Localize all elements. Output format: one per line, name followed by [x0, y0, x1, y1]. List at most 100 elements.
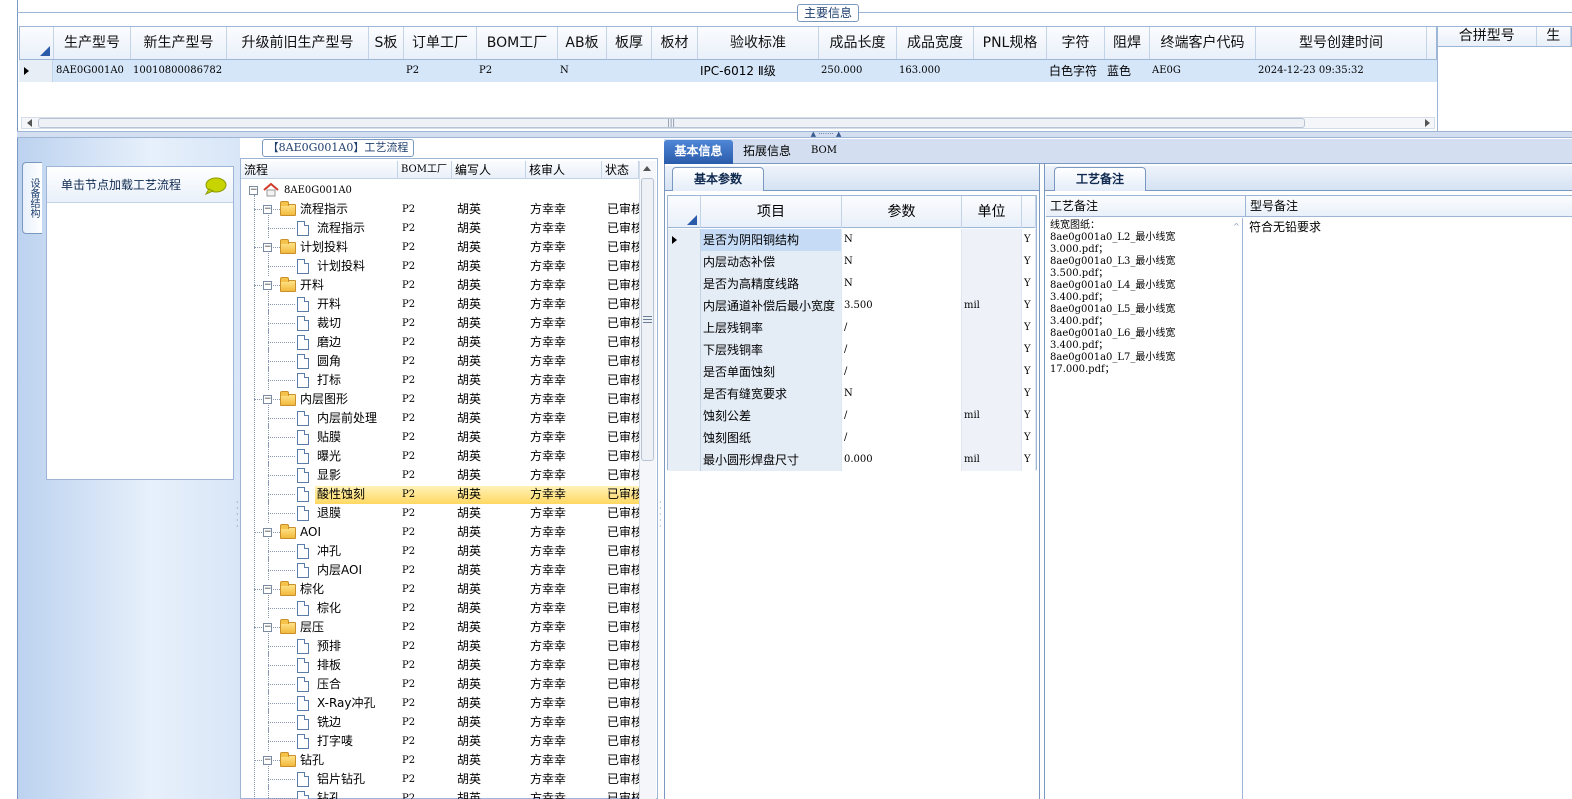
collapse-icon[interactable]: −	[263, 756, 272, 765]
tree-step-row[interactable]: 内层AOI P2 胡英 方幸幸 已审核	[241, 557, 639, 580]
tree-step-row[interactable]: 冲孔 P2 胡英 方幸幸 已审核	[241, 538, 639, 561]
horizontal-splitter[interactable]	[17, 131, 1572, 138]
row-indicator-icon[interactable]	[668, 295, 701, 317]
tree-step-row[interactable]: 压合 P2 胡英 方幸幸 已审核	[241, 671, 639, 694]
grid-cell[interactable]: 8AE0G001A0	[53, 60, 130, 82]
grid-cell[interactable]	[973, 60, 1046, 82]
tree-folder-row[interactable]: − 内层图形 P2 胡英 方幸幸 已审核	[241, 390, 639, 409]
collapse-icon[interactable]: −	[263, 281, 272, 290]
row-indicator-icon[interactable]	[668, 251, 701, 273]
row-indicator-icon[interactable]	[19, 60, 53, 82]
col-header[interactable]: AB板	[558, 27, 607, 59]
merge-col-header[interactable]: 生	[1537, 27, 1571, 46]
row-indicator-icon[interactable]	[668, 361, 701, 383]
col-header[interactable]: 验收标准	[698, 27, 819, 59]
tab-extended-info[interactable]: 拓展信息	[737, 140, 797, 164]
param-row[interactable]: 下层残铜率 / Y	[668, 339, 1036, 361]
col-header[interactable]: 板材	[652, 27, 698, 59]
col-header[interactable]: 升级前旧生产型号	[227, 27, 369, 59]
param-value[interactable]: /	[842, 361, 962, 383]
col-header[interactable]: PNL规格	[974, 27, 1047, 59]
col-header[interactable]: S板	[369, 27, 404, 59]
grid-cell[interactable]	[226, 60, 368, 82]
tree-step-row[interactable]: 铝片钻孔 P2 胡英 方幸幸 已审核	[241, 766, 639, 789]
row-indicator-icon[interactable]	[668, 317, 701, 339]
param-row[interactable]: 最小圆形焊盘尺寸 0.000 mil Y	[668, 449, 1036, 471]
tree-step-row[interactable]: 打标 P2 胡英 方幸幸 已审核	[241, 367, 639, 390]
tree-step-row[interactable]: 贴膜 P2 胡英 方幸幸 已审核	[241, 424, 639, 447]
tree-step-row[interactable]: 钻孔 P2 胡英 方幸幸 已审核	[241, 785, 639, 799]
collapse-icon[interactable]: −	[263, 205, 272, 214]
param-row[interactable]: 上层残铜率 / Y	[668, 317, 1036, 339]
tab-basic-info[interactable]: 基本信息	[664, 140, 733, 164]
tree-folder-row[interactable]: − 流程指示 P2 胡英 方幸幸 已审核	[241, 200, 639, 219]
row-indicator-icon[interactable]	[668, 383, 701, 405]
row-indicator-icon[interactable]	[668, 229, 701, 251]
tree-step-row[interactable]: 曝光 P2 胡英 方幸幸 已审核	[241, 443, 639, 466]
collapse-icon[interactable]: −	[263, 585, 272, 594]
grid-cell[interactable]	[606, 60, 651, 82]
tree-step-row[interactable]: 铣边 P2 胡英 方幸幸 已审核	[241, 709, 639, 732]
param-row[interactable]: 内层通道补偿后最小宽度 3.500 mil Y	[668, 295, 1036, 317]
merge-grid-body[interactable]	[1437, 47, 1572, 131]
note-scroll-up-icon[interactable]: ^	[1233, 222, 1241, 231]
grid-cell[interactable]: 250.000	[818, 60, 896, 82]
col-reviewer[interactable]: 核审人	[526, 161, 602, 179]
col-writer[interactable]: 编写人	[452, 161, 526, 179]
col-header[interactable]: BOM工厂	[477, 27, 558, 59]
col-header[interactable]: 终端客户代码	[1150, 27, 1256, 59]
tab-basic-params[interactable]: 基本参数	[672, 167, 764, 191]
tree-root-row[interactable]: − 8AE0G001A0	[241, 181, 639, 200]
col-header[interactable]: 成品宽度	[897, 27, 974, 59]
col-header[interactable]: 新生产型号	[131, 27, 227, 59]
param-row[interactable]: 蚀刻图纸 / Y	[668, 427, 1036, 449]
param-value[interactable]: N	[842, 251, 962, 273]
tree-step-row[interactable]: 退膜 P2 胡英 方幸幸 已审核	[241, 500, 639, 523]
collapse-icon[interactable]: −	[263, 623, 272, 632]
param-value[interactable]: /	[842, 339, 962, 361]
grid-cell[interactable]: 蓝色	[1104, 60, 1149, 82]
col-model-note[interactable]: 型号备注	[1246, 196, 1572, 216]
tab-bom[interactable]: BOM	[805, 140, 841, 164]
tree-step-row[interactable]: 裁切 P2 胡英 方幸幸 已审核	[241, 310, 639, 333]
tree-folder-row[interactable]: − 层压 P2 胡英 方幸幸 已审核	[241, 618, 639, 637]
col-header[interactable]: 订单工厂	[404, 27, 477, 59]
grid-corner-icon[interactable]	[20, 27, 54, 59]
col-item[interactable]: 项目	[701, 196, 842, 228]
col-status[interactable]: 状态	[602, 161, 639, 179]
tree-step-row[interactable]: 排板 P2 胡英 方幸幸 已审核	[241, 652, 639, 675]
tree-step-row[interactable]: 内层前处理 P2 胡英 方幸幸 已审核	[241, 405, 639, 428]
tree-step-row[interactable]: 显影 P2 胡英 方幸幸 已审核	[241, 462, 639, 485]
col-process[interactable]: 流程	[241, 161, 398, 179]
scroll-up-arrow-icon[interactable]	[643, 166, 651, 171]
grid-cell[interactable]: P2	[403, 60, 476, 82]
tree-folder-row[interactable]: − 棕化 P2 胡英 方幸幸 已审核	[241, 580, 639, 599]
col-header[interactable]: 生产型号	[54, 27, 131, 59]
tab-process-notes[interactable]: 工艺备注	[1054, 167, 1146, 191]
param-row[interactable]: 蚀刻公差 / mil Y	[668, 405, 1036, 427]
grid-corner-icon[interactable]	[668, 196, 701, 228]
row-indicator-icon[interactable]	[668, 273, 701, 295]
grid-cell[interactable]: P2	[476, 60, 557, 82]
grid-cell[interactable]: 163.000	[896, 60, 973, 82]
tree-folder-row[interactable]: − 计划投料 P2 胡英 方幸幸 已审核	[241, 238, 639, 257]
process-note-text[interactable]: 线宽图纸： 8ae0g001a0_L2_最小线宽 3.000.pdf； 8ae0…	[1047, 218, 1243, 799]
col-header[interactable]: 成品长度	[819, 27, 897, 59]
row-indicator-icon[interactable]	[668, 449, 701, 471]
tree-step-row[interactable]: 棕化 P2 胡英 方幸幸 已审核	[241, 595, 639, 618]
tree-step-row[interactable]: 开料 P2 胡英 方幸幸 已审核	[241, 291, 639, 314]
collapse-icon[interactable]: −	[263, 395, 272, 404]
grid-cell[interactable]: N	[557, 60, 606, 82]
col-bom-factory[interactable]: BOM工厂	[398, 161, 452, 179]
param-value[interactable]: 3.500	[842, 295, 962, 317]
param-value[interactable]: N	[842, 383, 962, 405]
col-unit[interactable]: 单位	[962, 196, 1022, 228]
row-indicator-icon[interactable]	[668, 427, 701, 449]
grid-cell[interactable]: 白色字符	[1046, 60, 1104, 82]
param-value[interactable]: 0.000	[842, 449, 962, 471]
col-header[interactable]: 型号创建时间	[1256, 27, 1427, 59]
param-value[interactable]: /	[842, 317, 962, 339]
param-row[interactable]: 是否单面蚀刻 / Y	[668, 361, 1036, 383]
col-header[interactable]: 字符	[1047, 27, 1105, 59]
scroll-right-arrow-icon[interactable]	[1425, 119, 1430, 127]
